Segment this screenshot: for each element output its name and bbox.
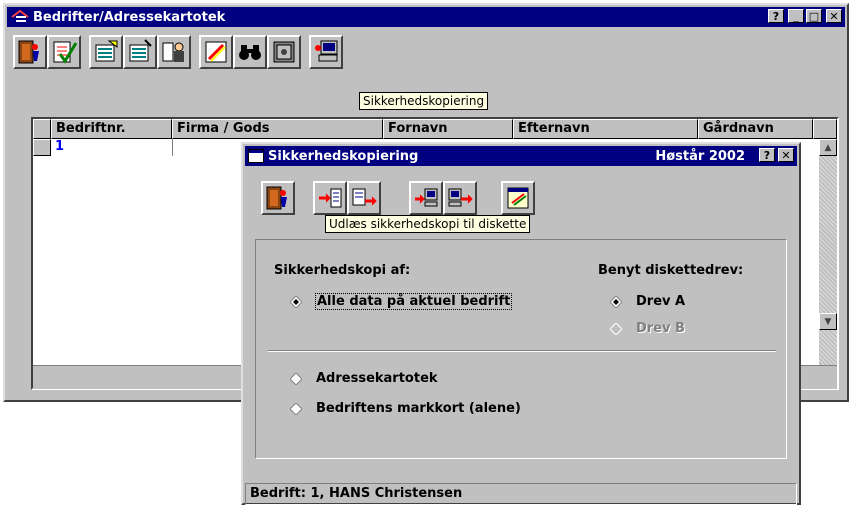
radio-selected-icon bbox=[290, 296, 302, 308]
edit-list-button[interactable] bbox=[89, 35, 123, 69]
import-computer-alt-button[interactable] bbox=[443, 181, 477, 215]
dialog-titlebar[interactable]: Sikkerhedskopiering Høstår 2002 ? ✕ bbox=[245, 146, 797, 166]
drive-b-label: Drev B bbox=[636, 321, 685, 336]
column-fornavn[interactable]: Fornavn bbox=[383, 119, 513, 139]
maximize-button[interactable]: □ bbox=[806, 9, 822, 23]
drive-b-option: Drev B bbox=[610, 319, 730, 339]
status-bar: Bedrift: 1, HANS Christensen bbox=[245, 483, 797, 505]
exit-icon bbox=[18, 40, 39, 64]
minimize-button[interactable]: _ bbox=[788, 9, 804, 23]
exit-button[interactable] bbox=[13, 35, 47, 69]
notes-icon bbox=[507, 187, 529, 209]
column-gardnavn[interactable]: Gårdnavn bbox=[698, 119, 813, 139]
toolbar-tooltip: Sikkerhedskopiering bbox=[359, 92, 489, 110]
person-list-icon bbox=[162, 42, 184, 62]
notes-button[interactable] bbox=[501, 181, 535, 215]
option-field-map[interactable]: Bedriftens markkort (alene) bbox=[290, 399, 570, 419]
drive-label: Benyt diskettedrev: bbox=[598, 263, 744, 278]
list-button[interactable] bbox=[123, 35, 157, 69]
app-house-icon bbox=[11, 10, 29, 22]
import-computer-alt-icon bbox=[448, 188, 473, 207]
column-firma-gods[interactable]: Firma / Gods bbox=[172, 119, 383, 139]
vertical-scrollbar[interactable]: ▲ ▼ bbox=[819, 139, 837, 365]
binoculars-icon bbox=[239, 45, 261, 60]
dialog-help-button[interactable]: ? bbox=[759, 148, 775, 162]
option-address[interactable]: Adressekartotek bbox=[290, 369, 490, 389]
dialog-exit-button[interactable] bbox=[261, 181, 295, 215]
drive-a-option[interactable]: Drev A bbox=[610, 292, 730, 312]
import-computer-icon bbox=[415, 188, 438, 207]
column-bedriftnr[interactable]: Bedriftnr. bbox=[51, 119, 172, 139]
export-disk-alt-button[interactable] bbox=[347, 181, 381, 215]
backup-computer-icon bbox=[315, 40, 338, 62]
season-label: Høstår 2002 bbox=[655, 148, 745, 164]
edit-list-icon bbox=[95, 40, 118, 62]
scroll-down-arrow[interactable]: ▼ bbox=[819, 313, 837, 330]
table-row[interactable]: 1 bbox=[33, 139, 253, 156]
group-divider bbox=[268, 350, 776, 352]
pencil-icon bbox=[205, 41, 227, 63]
row-selector[interactable] bbox=[33, 139, 51, 156]
scroll-up-arrow[interactable]: ▲ bbox=[819, 139, 837, 156]
approve-icon bbox=[53, 41, 77, 64]
safe-button[interactable] bbox=[267, 35, 301, 69]
option-field-map-label: Bedriftens markkort (alene) bbox=[316, 401, 521, 416]
radio-disabled-icon bbox=[610, 323, 622, 335]
backup-button[interactable] bbox=[309, 35, 343, 69]
dialog-title: Sikkerhedskopiering bbox=[268, 148, 419, 164]
search-button[interactable] bbox=[233, 35, 267, 69]
exit-icon bbox=[266, 186, 287, 210]
export-disk-alt-icon bbox=[352, 188, 377, 206]
radio-empty-icon bbox=[290, 403, 302, 415]
cell-bedriftnr[interactable]: 1 bbox=[55, 139, 64, 155]
pencil-button[interactable] bbox=[199, 35, 233, 69]
close-button[interactable]: ✕ bbox=[826, 9, 842, 23]
person-list-button[interactable] bbox=[157, 35, 191, 69]
dialog-close-button[interactable]: ✕ bbox=[778, 148, 794, 162]
column-extra[interactable] bbox=[813, 119, 837, 139]
backup-options-group: Sikkerhedskopi af: Benyt diskettedrev: A… bbox=[255, 239, 787, 459]
option-all-data[interactable]: Alle data på aktuel bedrift bbox=[290, 292, 560, 312]
export-disk-button[interactable] bbox=[313, 181, 347, 215]
approve-button[interactable] bbox=[47, 35, 81, 69]
radio-selected-icon bbox=[610, 296, 622, 308]
radio-empty-icon bbox=[290, 373, 302, 385]
option-address-label: Adressekartotek bbox=[316, 371, 438, 386]
dialog-toolbar-tooltip: Udlæs sikkerhedskopi til diskette bbox=[325, 215, 531, 233]
main-window-title: Bedrifter/Adressekartotek bbox=[33, 9, 226, 25]
grid-line bbox=[172, 139, 173, 156]
option-all-data-label: Alle data på aktuel bedrift bbox=[314, 293, 513, 310]
safe-icon bbox=[273, 41, 295, 63]
backup-of-label: Sikkerhedskopi af: bbox=[274, 263, 411, 278]
export-disk-icon bbox=[319, 188, 342, 208]
help-button[interactable]: ? bbox=[768, 9, 784, 23]
backup-dialog: Sikkerhedskopiering Høstår 2002 ? ✕ Udlæ… bbox=[241, 142, 801, 505]
main-titlebar[interactable]: Bedrifter/Adressekartotek ? _ □ ✕ bbox=[7, 7, 845, 27]
row-selector-header[interactable] bbox=[33, 119, 51, 139]
import-computer-button[interactable] bbox=[409, 181, 443, 215]
column-efternavn[interactable]: Efternavn bbox=[513, 119, 698, 139]
drive-a-label: Drev A bbox=[636, 294, 686, 309]
list-icon bbox=[129, 39, 152, 62]
dialog-window-icon bbox=[248, 149, 264, 163]
